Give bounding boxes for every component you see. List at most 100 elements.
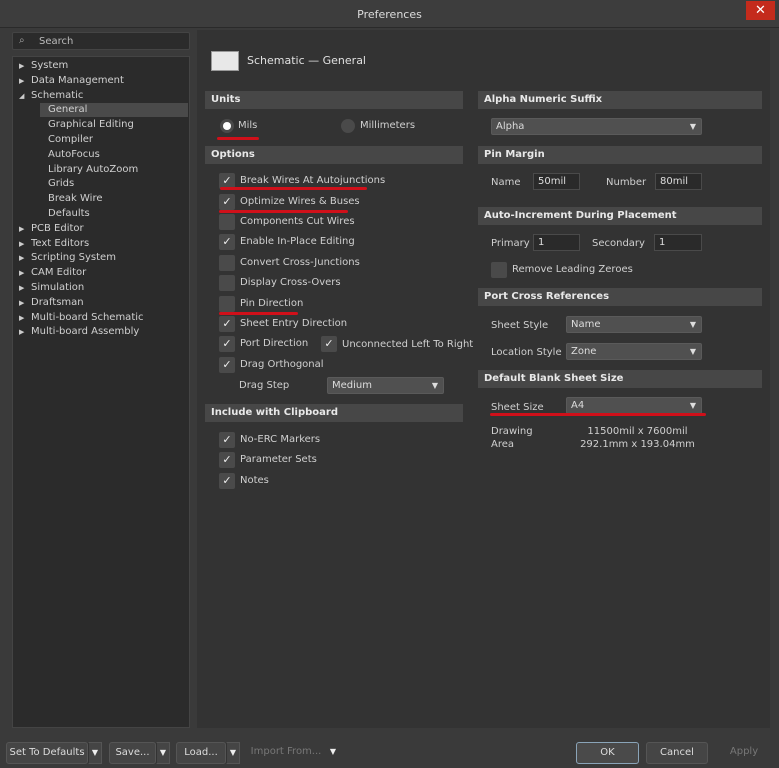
annotation-underline: [219, 210, 348, 213]
option-label: Parameter Sets: [240, 454, 317, 465]
option-checkbox[interactable]: ✓: [219, 336, 235, 352]
close-button[interactable]: ✕: [746, 1, 775, 20]
sidebar-item[interactable]: General: [48, 103, 87, 117]
load-button[interactable]: Load...: [176, 742, 226, 764]
sidebar-item[interactable]: Simulation: [31, 281, 84, 295]
sidebar-item[interactable]: Library AutoZoom: [48, 163, 138, 177]
cancel-button[interactable]: Cancel: [646, 742, 708, 764]
sidebar-item[interactable]: PCB Editor: [31, 222, 84, 236]
expanded-arrow-icon[interactable]: ◢: [19, 92, 24, 100]
drag-step-value: Medium: [332, 380, 372, 391]
option-label: Break Wires At Autojunctions: [240, 175, 386, 186]
remove-zeroes-checkbox[interactable]: [491, 262, 507, 278]
drag-step-dropdown[interactable]: Medium ▼: [327, 377, 444, 394]
sidebar-item[interactable]: Data Management: [31, 74, 124, 88]
drawing-label: Drawing: [491, 426, 533, 437]
chevron-down-icon: ▼: [689, 122, 696, 131]
sidebar-item[interactable]: Multi-board Assembly: [31, 325, 139, 339]
option-checkbox[interactable]: ✓: [219, 234, 235, 250]
alpha-dropdown[interactable]: Alpha ▼: [491, 118, 702, 135]
search-placeholder: Search: [39, 36, 74, 47]
search-input[interactable]: ⌕ Search: [12, 32, 190, 50]
option-checkbox[interactable]: ✓: [219, 452, 235, 468]
sidebar-item[interactable]: Text Editors: [31, 237, 89, 251]
schematic-icon: [211, 51, 239, 71]
collapsed-arrow-icon[interactable]: ▶: [19, 240, 24, 248]
option-label: Optimize Wires & Buses: [240, 196, 360, 207]
location-style-label: Location Style: [491, 347, 562, 358]
units-header: Units: [205, 91, 463, 109]
option-label: Enable In-Place Editing: [240, 236, 355, 247]
defaults-dropdown-icon[interactable]: ▼: [88, 742, 102, 764]
sheet-style-dropdown[interactable]: Name ▼: [566, 316, 702, 333]
annotation-underline: [217, 137, 259, 140]
option-label: Components Cut Wires: [240, 216, 355, 227]
collapsed-arrow-icon[interactable]: ▶: [19, 269, 24, 277]
location-style-dropdown[interactable]: Zone ▼: [566, 343, 702, 360]
chevron-down-icon: ▼: [689, 320, 696, 329]
millimeters-radio[interactable]: [341, 119, 355, 133]
collapsed-arrow-icon[interactable]: ▶: [19, 77, 24, 85]
sidebar-item[interactable]: System: [31, 59, 68, 73]
sheet-size-dropdown[interactable]: A4 ▼: [566, 397, 702, 414]
load-dropdown-icon[interactable]: ▼: [226, 742, 240, 764]
collapsed-arrow-icon[interactable]: ▶: [19, 225, 24, 233]
sidebar-item[interactable]: Grids: [48, 177, 74, 191]
millimeters-label: Millimeters: [360, 120, 416, 131]
save-button[interactable]: Save...: [109, 742, 156, 764]
sheet-size-value: A4: [571, 400, 585, 411]
collapsed-arrow-icon[interactable]: ▶: [19, 284, 24, 292]
window-title: Preferences: [357, 8, 422, 21]
option-checkbox[interactable]: ✓: [219, 432, 235, 448]
alpha-header: Alpha Numeric Suffix: [478, 91, 762, 109]
option-checkbox[interactable]: ✓: [219, 473, 235, 489]
sidebar-item[interactable]: Break Wire: [48, 192, 103, 206]
search-icon: ⌕: [19, 35, 25, 46]
sidebar-item[interactable]: Schematic: [31, 89, 83, 103]
sidebar-item[interactable]: Scripting System: [31, 251, 116, 265]
pin-name-input[interactable]: 50mil: [533, 173, 580, 190]
collapsed-arrow-icon[interactable]: ▶: [19, 62, 24, 70]
set-to-defaults-button[interactable]: Set To Defaults: [6, 742, 88, 764]
area-label: Area: [491, 439, 515, 450]
save-dropdown-icon[interactable]: ▼: [156, 742, 170, 764]
collapsed-arrow-icon[interactable]: ▶: [19, 314, 24, 322]
option-checkbox[interactable]: [219, 255, 235, 271]
pin-number-input[interactable]: 80mil: [655, 173, 702, 190]
sheet-style-value: Name: [571, 319, 601, 330]
sidebar-item[interactable]: Defaults: [48, 207, 90, 221]
collapsed-arrow-icon[interactable]: ▶: [19, 328, 24, 336]
mils-label: Mils: [238, 120, 258, 131]
ok-button[interactable]: OK: [576, 742, 639, 764]
sidebar-item[interactable]: Draftsman: [31, 296, 84, 310]
sheet-style-label: Sheet Style: [491, 320, 549, 331]
mils-radio[interactable]: [220, 119, 234, 133]
option-checkbox[interactable]: [219, 214, 235, 230]
unconnected-checkbox[interactable]: ✓: [321, 336, 337, 352]
chevron-down-icon: ▼: [689, 401, 696, 410]
unconnected-label: Unconnected Left To Right: [342, 339, 474, 350]
option-checkbox[interactable]: ✓: [219, 357, 235, 373]
annotation-underline: [220, 187, 367, 190]
sidebar-tree: [12, 56, 190, 728]
collapsed-arrow-icon[interactable]: ▶: [19, 254, 24, 262]
sidebar-item[interactable]: Multi-board Schematic: [31, 311, 144, 325]
import-dropdown-icon[interactable]: ▼: [326, 742, 340, 764]
primary-input[interactable]: 1: [533, 234, 580, 251]
option-checkbox[interactable]: ✓: [219, 194, 235, 210]
option-checkbox[interactable]: [219, 275, 235, 291]
sidebar-item[interactable]: AutoFocus: [48, 148, 100, 162]
chevron-down-icon: ▼: [689, 347, 696, 356]
annotation-underline: [219, 312, 298, 315]
location-style-value: Zone: [571, 346, 597, 357]
sidebar-item[interactable]: Graphical Editing: [48, 118, 134, 132]
option-label: Convert Cross-Junctions: [240, 257, 360, 268]
secondary-input[interactable]: 1: [654, 234, 702, 251]
import-from-button[interactable]: Import From...: [250, 742, 322, 764]
option-checkbox[interactable]: ✓: [219, 316, 235, 332]
collapsed-arrow-icon[interactable]: ▶: [19, 299, 24, 307]
option-checkbox[interactable]: [219, 296, 235, 312]
sidebar-item[interactable]: CAM Editor: [31, 266, 86, 280]
sidebar-item[interactable]: Compiler: [48, 133, 93, 147]
apply-button[interactable]: Apply: [720, 742, 768, 764]
